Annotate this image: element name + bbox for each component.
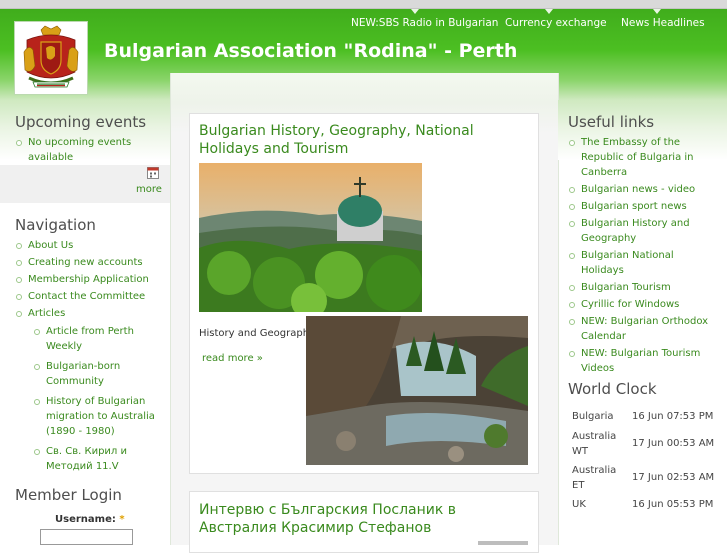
clock-place: Bulgaria [572, 411, 614, 422]
article-2-image-edge [478, 541, 528, 545]
upcoming-events-list: No upcoming events available [15, 135, 165, 167]
primary-link-news-headlines[interactable]: News Headlines [621, 17, 705, 29]
events-more-area: more [0, 165, 170, 203]
clock-time: 17 Jun 02:53 AM [632, 472, 715, 483]
navigation-menu: About Us Creating new accounts Membershi… [15, 238, 165, 323]
primary-link-sbs-radio[interactable]: NEW:SBS Radio in Bulgarian [351, 17, 498, 29]
member-login-title: Member Login [15, 486, 122, 504]
useful-links-title: Useful links [568, 113, 655, 131]
username-input[interactable] [40, 529, 133, 545]
useful-link-sport-news[interactable]: Bulgarian sport news [568, 199, 718, 214]
useful-link-news-video[interactable]: Bulgarian news - video [568, 182, 718, 197]
nav-item-membership[interactable]: Membership Application [15, 272, 165, 287]
nav-subitem-kiril-metodiy[interactable]: Св. Св. Кирил и Методий 11.V [33, 444, 155, 474]
useful-link-tourism-videos[interactable]: NEW: Bulgarian Tourism Videos [568, 346, 718, 376]
clock-place: Australia ET [572, 465, 617, 491]
article-title[interactable]: Bulgarian History, Geography, National H… [199, 122, 529, 158]
nav-tick-icon [545, 9, 553, 14]
read-more-link[interactable]: read more » [202, 353, 263, 364]
clock-time: 17 Jun 00:53 AM [632, 438, 715, 449]
nav-tick-icon [653, 9, 661, 14]
useful-links-list: The Embassy of the Republic of Bulgaria … [568, 135, 718, 378]
clock-place: Australia WT [572, 431, 617, 457]
required-marker: * [119, 514, 125, 525]
useful-link-history-geography[interactable]: Bulgarian History and Geography [568, 216, 718, 246]
upcoming-events-title: Upcoming events [15, 113, 147, 131]
no-events-text: No upcoming events available [15, 135, 165, 165]
article-body-text: History and Geography [199, 328, 315, 339]
useful-link-cyrillic[interactable]: Cyrillic for Windows [568, 297, 718, 312]
site-logo[interactable] [14, 21, 88, 95]
navigation-submenu: Article from Perth Weekly Bulgarian-born… [33, 324, 155, 476]
clock-time: 16 Jun 05:53 PM [632, 499, 714, 510]
navigation-title: Navigation [15, 216, 96, 234]
primary-link-currency-exchange[interactable]: Currency exchange [505, 17, 607, 29]
nav-subitem-migration-history[interactable]: History of Bulgarian migration to Austra… [33, 394, 155, 439]
clock-time: 16 Jun 07:53 PM [632, 411, 714, 422]
useful-link-orthodox-calendar[interactable]: NEW: Bulgarian Orthodox Calendar [568, 314, 718, 344]
monastery-photo[interactable] [199, 163, 422, 312]
bulgarian-coat-of-arms-icon [23, 25, 79, 88]
canyon-river-photo[interactable] [306, 316, 528, 465]
ical-calendar-icon[interactable] [147, 166, 159, 179]
useful-link-national-holidays[interactable]: Bulgarian National Holidays [568, 248, 718, 278]
nav-subitem-perth-weekly[interactable]: Article from Perth Weekly [33, 324, 155, 354]
world-clock-title: World Clock [568, 380, 657, 398]
nav-item-creating-accounts[interactable]: Creating new accounts [15, 255, 165, 270]
events-more-link[interactable]: more [136, 184, 162, 195]
nav-item-contact[interactable]: Contact the Committee [15, 289, 165, 304]
primary-links: NEW:SBS Radio in Bulgarian Currency exch… [0, 0, 727, 30]
nav-item-about-us[interactable]: About Us [15, 238, 165, 253]
nav-subitem-bulgarian-born[interactable]: Bulgarian-born Community [33, 359, 155, 389]
useful-link-embassy[interactable]: The Embassy of the Republic of Bulgaria … [568, 135, 718, 180]
clock-place: UK [572, 499, 586, 510]
nav-tick-icon [411, 9, 419, 14]
useful-link-tourism[interactable]: Bulgarian Tourism [568, 280, 718, 295]
article-title-2[interactable]: Интервю с Българския Посланик в Австрали… [199, 501, 529, 537]
nav-item-articles[interactable]: Articles [15, 306, 165, 321]
site-title[interactable]: Bulgarian Association "Rodina" - Perth [104, 40, 517, 62]
username-label: Username: * [55, 514, 125, 525]
